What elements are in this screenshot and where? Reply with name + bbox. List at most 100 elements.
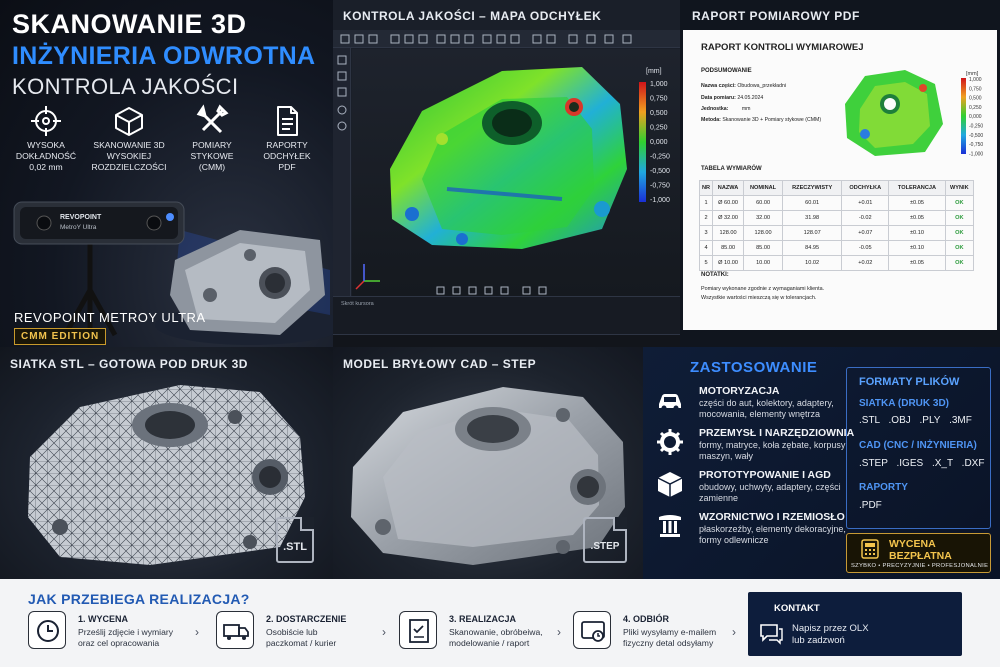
toolbar xyxy=(333,30,680,48)
lens-icon xyxy=(36,215,52,231)
scale-tick-label: 0,750 xyxy=(650,96,668,103)
table-cell: OK xyxy=(944,225,975,241)
table-cell: 31.98 xyxy=(782,210,843,226)
notes-heading: NOTATKI: xyxy=(701,272,729,278)
table-header-cell: TOLERANCJA xyxy=(888,180,946,196)
applications-title: ZASTOSOWANIE xyxy=(690,359,818,376)
format-list: .STEP .IGES .X_T .DXF xyxy=(859,458,985,469)
app-design: WZORNICTWO I RZEMIOSŁO płaskorzeźby, ele… xyxy=(655,511,846,555)
product-name: REVOPOINT METROY ULTRA xyxy=(14,310,206,325)
table-cell: Ø 10.00 xyxy=(712,255,745,271)
process-panel: JAK PRZEBIEGA REALIZACJA? 1. WYCENA Prze… xyxy=(0,579,1000,667)
scale-tick-label: -0,500 xyxy=(650,168,670,175)
color-scale-bar xyxy=(639,82,646,202)
format-category: SIATKA (DRUK 3D) xyxy=(859,398,949,409)
tools-icon xyxy=(196,104,229,134)
format-list: .STL .OBJ .PLY .3MF xyxy=(859,415,972,426)
scale-tick-label: -0,500 xyxy=(969,133,983,139)
3d-viewport[interactable]: [mm] 1,000 0,750 0,500 0,250 0,000 -0,250 -0,5… xyxy=(352,49,680,296)
table-cell: 84.95 xyxy=(782,240,843,256)
table-header-cell: ODCHYŁKA xyxy=(841,180,890,196)
format-category: CAD (CNC / INŻYNIERIA) xyxy=(859,440,977,451)
chevron-right-icon: › xyxy=(382,625,386,639)
table-cell: ±0.05 xyxy=(888,210,946,226)
panel-title: SIATKA STL – GOTOWA POD DRUK 3D xyxy=(10,357,248,371)
contact-title: KONTAKT xyxy=(774,603,820,614)
status-text: Skrót kursora xyxy=(341,301,374,307)
table-cell: 60.01 xyxy=(782,195,843,211)
table-cell: +0.01 xyxy=(841,195,890,211)
report-color-scale xyxy=(961,78,966,154)
hero-title: SKANOWANIE 3D xyxy=(12,9,247,39)
table-cell: +0.02 xyxy=(841,255,890,271)
table-cell: 128.07 xyxy=(782,225,843,241)
table-cell: 32.00 xyxy=(743,210,784,226)
clock-icon xyxy=(37,620,59,642)
table-header-cell: NR xyxy=(698,180,714,196)
infographic: SKANOWANIE 3D INŻYNIERIA ODWROTNA KONTRO… xyxy=(0,0,1000,667)
cube-icon xyxy=(115,107,143,136)
panel-title: RAPORT POMIAROWY PDF xyxy=(692,9,860,23)
table-cell: 60.00 xyxy=(743,195,784,211)
report-panel: RAPORT POMIAROWY PDF RAPORT KONTROLI WYM… xyxy=(680,0,1000,347)
stl-mesh-panel: SIATKA STL – GOTOWA POD DRUK 3D .STL xyxy=(0,347,333,579)
scale-tick-label: 1,000 xyxy=(969,77,982,83)
lens-icon xyxy=(146,215,162,231)
feature-scanning: SKANOWANIE 3D WYSOKIEJ ROZDZIELCZOŚCI xyxy=(87,104,171,173)
table-cell: ±0.10 xyxy=(888,225,946,241)
document-icon xyxy=(277,106,298,136)
scanner-model: MetroY Ultra xyxy=(60,224,97,231)
table-cell: Ø 32.00 xyxy=(712,210,745,226)
note-line: Wszystkie wartości mieszczą się w tolera… xyxy=(701,295,817,301)
table-header-cell: NAZWA xyxy=(712,180,745,196)
deviation-part xyxy=(390,67,627,249)
scale-tick-label: 0,500 xyxy=(650,110,668,117)
applications-panel: ZASTOSOWANIE MOTORYZACJA części do aut, … xyxy=(643,347,1000,579)
chat-icon xyxy=(760,624,783,645)
table-cell: +0.07 xyxy=(841,225,890,241)
table-heading: TABELA WYMIARÓW xyxy=(701,166,762,172)
car-icon xyxy=(659,394,681,411)
table-row: 5Ø 10.00 10.00 10.02 +0.02 ±0.05 OK xyxy=(698,255,975,271)
scanner-brand: REVOPOINT xyxy=(60,214,102,221)
scale-tick-label: 0,250 xyxy=(969,105,982,111)
report-title: RAPORT KONTROLI WYMIAROWEJ xyxy=(701,42,864,53)
table-cell: 3 xyxy=(698,225,714,241)
table-cell: 1 xyxy=(698,195,714,211)
chevron-right-icon: › xyxy=(195,625,199,639)
chevron-right-icon: › xyxy=(557,625,561,639)
table-header-cell: NOMINAL xyxy=(743,180,784,196)
quote-title: WYCENA BEZPŁATNA xyxy=(889,538,952,562)
formats-title: FORMATY PLIKÓW xyxy=(859,376,960,388)
side-toolbar xyxy=(333,48,351,298)
table-header-cell: RZECZYWISTY xyxy=(782,180,843,196)
checklist-icon xyxy=(409,619,429,643)
table-cell: 2 xyxy=(698,210,714,226)
hero-subtitle: INŻYNIERIA ODWROTNA xyxy=(12,42,316,70)
panel-title: MODEL BRYŁOWY CAD – STEP xyxy=(343,357,537,371)
table-row: 2Ø 32.00 32.00 31.98 -0.02 ±0.05 OK xyxy=(698,210,975,226)
hero-panel: SKANOWANIE 3D INŻYNIERIA ODWROTNA KONTRO… xyxy=(0,0,333,347)
table-row: 3 128.00 128.00 128.07 +0.07 ±0.10 OK xyxy=(698,225,975,241)
gear-icon xyxy=(657,429,683,455)
table-cell: -0.05 xyxy=(841,240,890,256)
step-delivery: 2. DOSTARCZENIE Osobiście lub paczkomat /… xyxy=(216,609,406,659)
free-quote-badge[interactable]: WYCENA BEZPŁATNA SZYBKO • PRECYZYJNIE • … xyxy=(846,533,991,573)
contact-box[interactable]: KONTAKT Napisz przez OLX lub zadzwoń xyxy=(748,592,962,656)
scale-tick-label: 1,000 xyxy=(650,81,668,88)
table-cell: ±0.05 xyxy=(888,255,946,271)
table-cell: 85.00 xyxy=(712,240,745,256)
edition-badge: CMM EDITION xyxy=(14,328,107,345)
report-deviation-thumbnail: [mm] 1,0000,7500,5000,2500,000-0,250-0,5… xyxy=(845,70,983,157)
taskbar xyxy=(333,334,680,347)
file-formats-box: FORMATY PLIKÓW SIATKA (DRUK 3D) .STL .OB… xyxy=(846,367,991,529)
table-cell: OK xyxy=(944,210,975,226)
step-file-icon: .STEP xyxy=(583,517,627,563)
table-cell: 85.00 xyxy=(743,240,784,256)
scale-tick-label: -0,250 xyxy=(650,154,670,161)
table-cell: 10.02 xyxy=(782,255,843,271)
feature-cmm: POMIARY STYKOWE (CMM) xyxy=(170,104,254,173)
table-cell: OK xyxy=(944,195,975,211)
scale-tick-label: 0,500 xyxy=(969,96,982,102)
app-prototyping: PROTOTYPOWANIE I AGD obudowy, uchwyty, a… xyxy=(655,469,845,509)
